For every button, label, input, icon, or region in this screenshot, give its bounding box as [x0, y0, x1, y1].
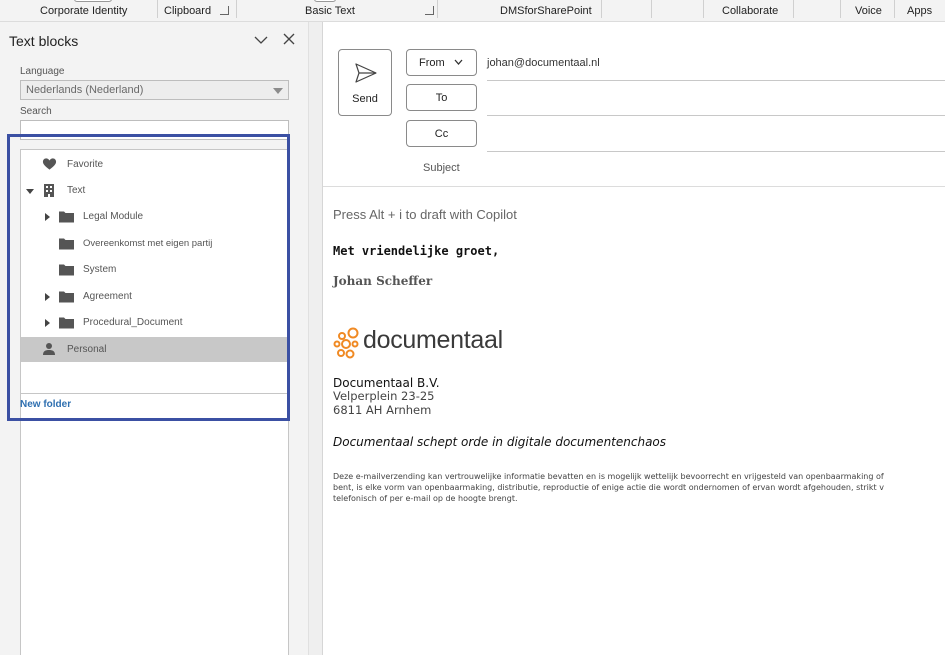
folder-icon — [59, 291, 74, 303]
body-separator — [323, 186, 945, 187]
search-input[interactable] — [20, 120, 289, 140]
text-blocks-pane: Text blocks Language Nederlands (Nederla… — [0, 22, 308, 655]
ribbon-separator — [651, 0, 652, 18]
ribbon-button-stub[interactable] — [74, 0, 112, 2]
language-select-value: Nederlands (Nederland) — [26, 84, 144, 96]
tree-item-label: System — [83, 264, 117, 275]
caret-right-icon[interactable] — [45, 319, 50, 327]
from-address: johan@documentaal.nl — [487, 57, 600, 69]
address-line-1: Velperplein 23-25 — [333, 389, 435, 403]
ribbon-separator — [236, 0, 237, 18]
from-button-label: From — [419, 57, 445, 69]
ribbon-separator — [157, 0, 158, 18]
copilot-hint[interactable]: Press Alt + i to draft with Copilot — [333, 207, 517, 222]
from-button[interactable]: From — [406, 49, 477, 76]
tree-item-label: Favorite — [67, 159, 104, 170]
compose-area: Send From johan@documentaal.nl To Cc Sub… — [322, 22, 945, 655]
ribbon-separator — [793, 0, 794, 18]
tree-item-legal-module[interactable]: Legal Module — [21, 204, 288, 229]
disclaimer-line-2: bent, is elke vorm van openbaarmaking, d… — [333, 483, 884, 492]
company-tagline: Documentaal schept orde in digitale docu… — [333, 435, 667, 449]
ribbon-group-labels: Corporate Identity Clipboard Basic Text … — [0, 0, 945, 22]
chevron-down-icon[interactable] — [253, 34, 269, 46]
address-line-2: 6811 AH Arnhem — [333, 403, 432, 417]
close-icon[interactable] — [282, 32, 296, 46]
ribbon-separator — [703, 0, 704, 18]
ribbon-group-apps: Apps — [907, 5, 933, 17]
text-blocks-tree: Favorite Text Legal Module Overeenkomst … — [20, 149, 289, 394]
caret-right-icon[interactable] — [45, 293, 50, 301]
ribbon-group-voice: Voice — [855, 5, 882, 17]
company-name: Documentaal B.V. — [333, 376, 440, 390]
caret-right-icon[interactable] — [45, 213, 50, 221]
ribbon-button-stub[interactable] — [314, 0, 336, 2]
ribbon-separator — [601, 0, 602, 18]
caret-down-icon[interactable] — [26, 189, 34, 194]
cc-field-line[interactable] — [487, 151, 945, 152]
person-icon — [43, 343, 55, 355]
folder-icon — [59, 211, 74, 223]
new-folder-link[interactable]: New folder — [20, 399, 71, 410]
ribbon-group-collaborate: Collaborate — [722, 5, 779, 17]
ribbon-separator — [894, 0, 895, 18]
pane-preview-area — [20, 394, 289, 655]
tree-item-label: Procedural_Document — [83, 317, 183, 328]
language-label: Language — [20, 66, 65, 77]
ribbon-group-clipboard: Clipboard — [164, 5, 212, 17]
pane-divider[interactable] — [308, 22, 322, 655]
pane-title: Text blocks — [9, 33, 79, 49]
search-label: Search — [20, 106, 52, 117]
tree-item-label: Legal Module — [83, 211, 144, 222]
clipboard-dialog-launcher-icon[interactable] — [220, 6, 229, 15]
folder-icon — [59, 238, 74, 250]
signature-greeting: Met vriendelijke groet, — [333, 244, 500, 258]
ribbon-group-corporate-identity: Corporate Identity — [40, 5, 128, 17]
documentaal-logo: documentaal — [333, 326, 513, 360]
tree-item-agreement[interactable]: Agreement — [21, 284, 288, 309]
tree-item-label: Overeenkomst met eigen partij — [83, 238, 213, 249]
cc-button[interactable]: Cc — [406, 120, 477, 147]
to-button[interactable]: To — [406, 84, 477, 111]
disclaimer-line-1: Deze e-mailverzending kan vertrouwelijke… — [333, 472, 884, 481]
tree-item-label: Agreement — [83, 291, 132, 302]
ribbon-separator — [437, 0, 438, 18]
ribbon-group-dmsforsharepoint: DMSforSharePoint — [500, 5, 592, 17]
folder-icon — [59, 264, 74, 276]
send-button-label: Send — [352, 93, 378, 105]
tree-item-procedural-document[interactable]: Procedural_Document — [21, 310, 288, 335]
to-button-label: To — [435, 92, 448, 104]
ribbon-group-basic-text: Basic Text — [305, 5, 355, 17]
heart-icon — [42, 158, 57, 170]
folder-icon — [59, 317, 74, 329]
send-button[interactable]: Send — [338, 49, 392, 116]
dropdown-arrow-icon — [273, 88, 283, 94]
cc-button-label: Cc — [434, 128, 449, 140]
disclaimer-line-3: telefonisch of per e-mail op de hoogte b… — [333, 494, 518, 503]
language-select[interactable]: Nederlands (Nederland) — [20, 80, 289, 100]
chevron-down-icon — [454, 59, 463, 65]
to-field-line[interactable] — [487, 115, 945, 116]
tree-item-personal[interactable]: Personal — [21, 337, 288, 362]
basic-text-dialog-launcher-icon[interactable] — [425, 6, 434, 15]
tree-item-label: Personal — [67, 344, 107, 355]
send-icon — [355, 63, 377, 83]
tree-item-label: Text — [67, 185, 86, 196]
logo-wordmark: documentaal — [363, 326, 503, 354]
signature-name: Johan Scheffer — [333, 274, 433, 288]
tree-item-favorite[interactable]: Favorite — [21, 152, 288, 177]
ribbon-separator — [840, 0, 841, 18]
subject-label: Subject — [423, 162, 460, 174]
tree-item-system[interactable]: System — [21, 257, 288, 282]
from-underline — [487, 80, 945, 81]
logo-circles-icon — [333, 327, 359, 359]
building-icon — [44, 184, 54, 197]
tree-item-text[interactable]: Text — [21, 178, 288, 203]
tree-item-overeenkomst[interactable]: Overeenkomst met eigen partij — [21, 231, 288, 256]
